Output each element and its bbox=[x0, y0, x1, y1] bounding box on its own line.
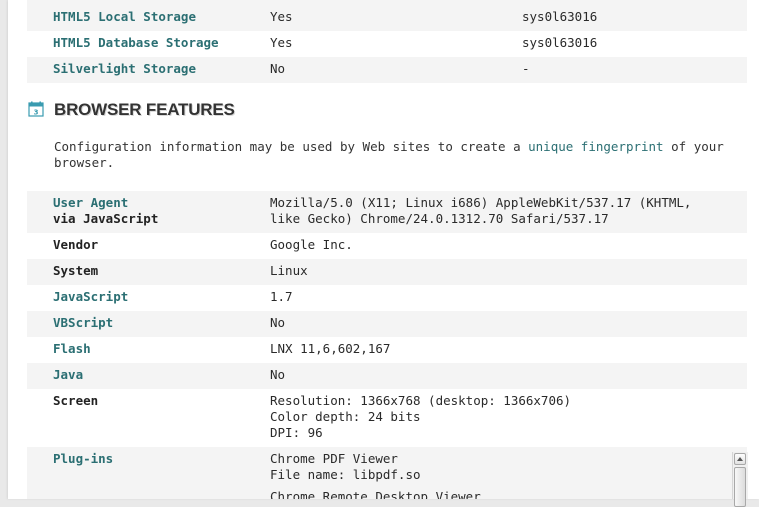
system-value: Linux bbox=[270, 263, 308, 278]
table-row-system: System Linux bbox=[27, 259, 747, 285]
table-row: HTML5 Local Storage Yes sys0l63016 bbox=[27, 0, 747, 31]
storage-value: Yes bbox=[270, 9, 293, 24]
storage-value: No bbox=[270, 61, 286, 76]
system-label: System bbox=[53, 263, 99, 278]
vendor-value: Google Inc. bbox=[270, 237, 353, 252]
javascript-label[interactable]: JavaScript bbox=[53, 289, 128, 305]
plugin-name: Chrome PDF Viewer bbox=[270, 451, 398, 466]
table-row-plugins: Plug-ins Chrome PDF Viewer File name: li… bbox=[27, 447, 747, 499]
user-agent-label[interactable]: User Agent bbox=[53, 195, 128, 211]
vbscript-label[interactable]: VBScript bbox=[53, 315, 113, 331]
section-title: BROWSER FEATURES bbox=[54, 100, 235, 119]
storage-extra: - bbox=[522, 61, 530, 76]
table-row-screen: Screen Resolution: 1366x768 (desktop: 13… bbox=[27, 389, 747, 447]
screen-color-depth: Color depth: 24 bits bbox=[270, 409, 421, 424]
unique-fingerprint-link[interactable]: unique fingerprint bbox=[528, 139, 663, 154]
svg-text:3: 3 bbox=[34, 108, 39, 116]
intro-text-before: Configuration information may be used by… bbox=[54, 139, 529, 154]
table-row-user-agent: User Agent via JavaScript Mozilla/5.0 (X… bbox=[27, 191, 747, 233]
intro-text: Configuration information may be used by… bbox=[54, 139, 744, 171]
vbscript-value: No bbox=[270, 315, 286, 330]
screen-resolution: Resolution: 1366x768 (desktop: 1366x706) bbox=[270, 393, 572, 408]
user-agent-value-line2: like Gecko) Chrome/24.0.1312.70 Safari/5… bbox=[270, 211, 609, 226]
java-value: No bbox=[270, 367, 286, 382]
user-agent-sublabel: via JavaScript bbox=[53, 211, 159, 226]
storage-extra: sys0l63016 bbox=[522, 35, 598, 50]
table-row: Silverlight Storage No - bbox=[27, 57, 747, 83]
storage-label: HTML5 Database Storage bbox=[53, 35, 219, 50]
scroll-up-button[interactable] bbox=[734, 453, 746, 465]
java-label[interactable]: Java bbox=[53, 367, 83, 383]
storage-label: Silverlight Storage bbox=[53, 61, 196, 76]
table-row-flash: Flash LNX 11,6,602,167 bbox=[27, 337, 747, 363]
user-agent-value-line1: Mozilla/5.0 (X11; Linux i686) AppleWebKi… bbox=[270, 195, 692, 210]
plugins-scrollbar[interactable] bbox=[732, 452, 748, 507]
storage-label: HTML5 Local Storage bbox=[53, 9, 196, 24]
table-row-java: Java No bbox=[27, 363, 747, 389]
screen-dpi: DPI: 96 bbox=[270, 425, 323, 440]
table-row-javascript: JavaScript 1.7 bbox=[27, 285, 747, 311]
table-row: HTML5 Database Storage Yes sys0l63016 bbox=[27, 31, 747, 57]
plugins-list[interactable]: Chrome PDF Viewer File name: libpdf.so C… bbox=[27, 447, 732, 499]
arrow-up-icon bbox=[737, 457, 743, 461]
storage-extra: sys0l63016 bbox=[522, 9, 598, 24]
flash-value: LNX 11,6,602,167 bbox=[270, 341, 391, 356]
storage-value: Yes bbox=[270, 35, 293, 50]
screen-label: Screen bbox=[53, 393, 99, 408]
browser-info-page: HTML5 Local Storage Yes sys0l63016 HTML5… bbox=[8, 0, 759, 507]
flash-label[interactable]: Flash bbox=[53, 341, 91, 357]
calendar-icon: 3 bbox=[28, 101, 44, 117]
scrollbar-thumb[interactable] bbox=[734, 467, 746, 507]
plugin-name: Chrome Remote Desktop Viewer bbox=[270, 489, 481, 499]
javascript-value: 1.7 bbox=[270, 289, 293, 304]
vendor-label: Vendor bbox=[53, 237, 99, 252]
table-row-vbscript: VBScript No bbox=[27, 311, 747, 337]
plugin-file-name: File name: libpdf.so bbox=[270, 467, 421, 482]
table-row-vendor: Vendor Google Inc. bbox=[27, 233, 747, 259]
